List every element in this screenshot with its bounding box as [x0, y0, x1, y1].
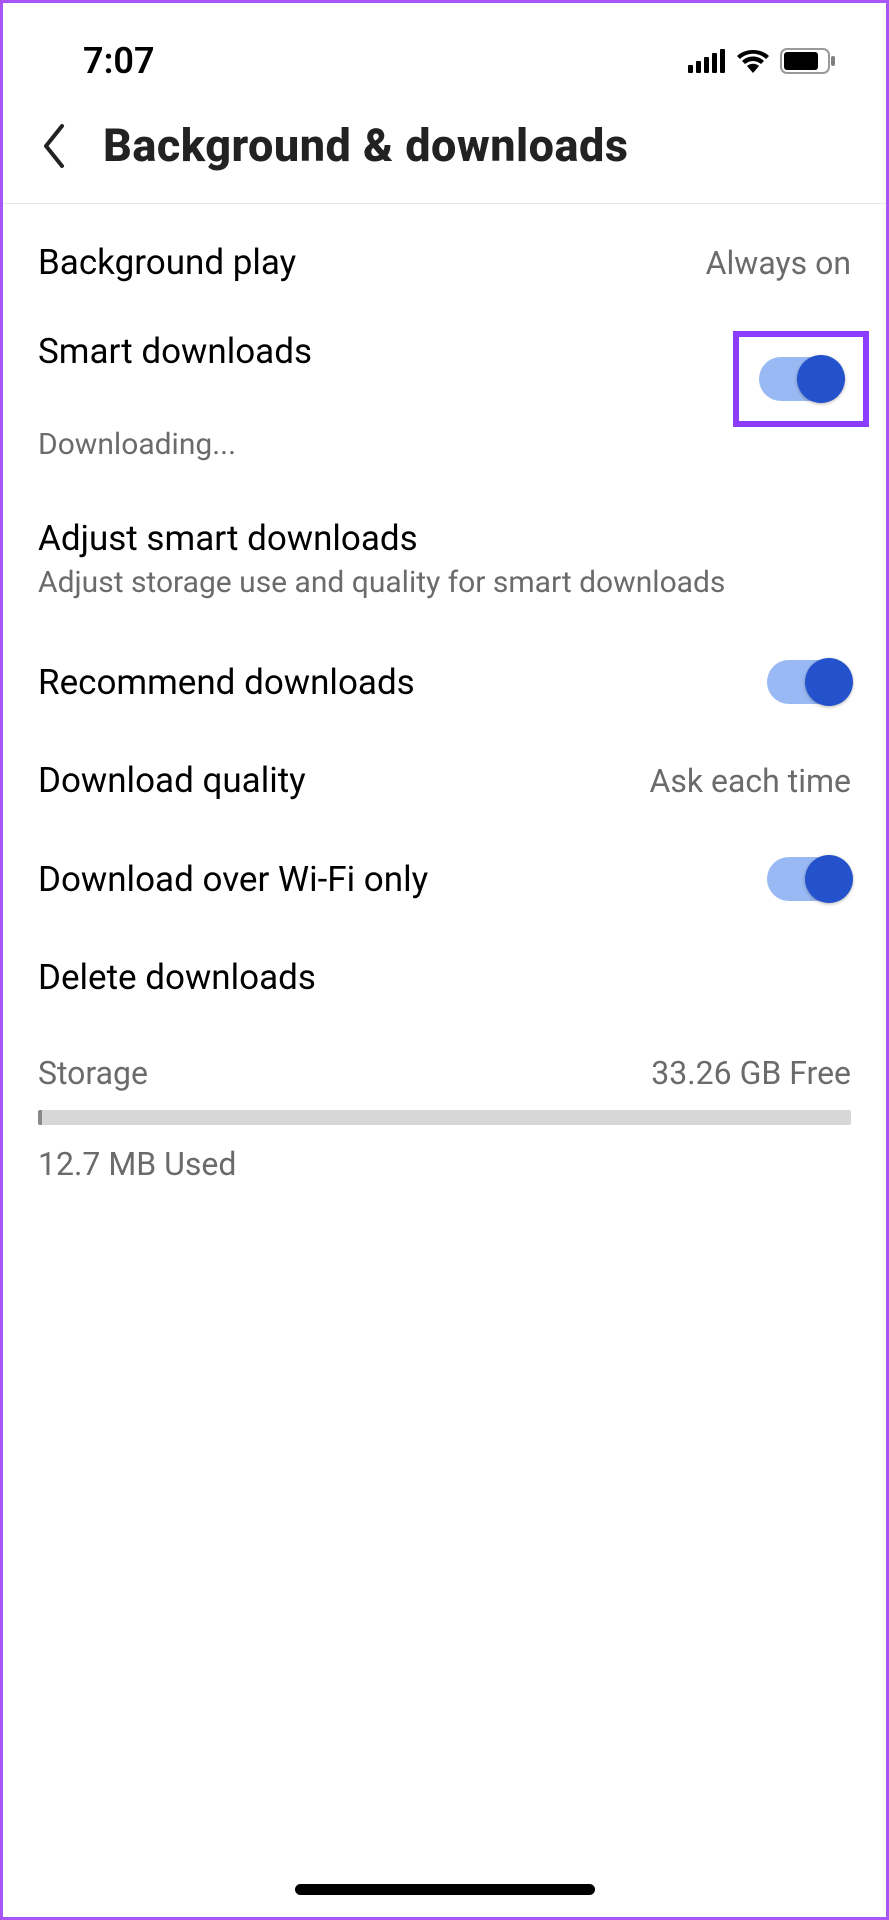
setting-label: Background play	[38, 242, 296, 283]
settings-list: Background play Always on Smart download…	[3, 204, 886, 1203]
storage-header: Storage 33.26 GB Free	[38, 1054, 851, 1092]
setting-label: Download over Wi-Fi only	[38, 859, 428, 900]
battery-icon	[780, 48, 836, 74]
device-frame: 7:07	[0, 0, 889, 1920]
toggle-knob	[805, 658, 853, 706]
smart-downloads-row[interactable]: Smart downloads	[3, 311, 886, 427]
page-title: Background & downloads	[103, 119, 628, 172]
storage-label: Storage	[38, 1054, 148, 1092]
download-wifi-only-row[interactable]: Download over Wi-Fi only	[3, 829, 886, 929]
setting-label: Delete downloads	[38, 957, 316, 998]
setting-label: Download quality	[38, 760, 306, 801]
storage-used: 12.7 MB Used	[38, 1145, 851, 1183]
setting-label: Adjust smart downloads	[38, 518, 418, 559]
status-time: 7:07	[83, 40, 155, 82]
setting-label: Recommend downloads	[38, 662, 415, 703]
highlight-annotation	[733, 331, 869, 427]
setting-sublabel: Adjust storage use and quality for smart…	[3, 559, 886, 624]
setting-value: Always on	[706, 244, 851, 282]
back-button[interactable]	[33, 118, 73, 173]
storage-free: 33.26 GB Free	[651, 1054, 851, 1092]
wifi-icon	[736, 49, 770, 73]
recommend-downloads-toggle[interactable]	[767, 660, 851, 704]
toggle-knob	[797, 355, 845, 403]
setting-sublabel: Downloading...	[3, 427, 886, 486]
status-bar: 7:07	[3, 3, 886, 98]
wifi-only-toggle[interactable]	[767, 857, 851, 901]
toggle-knob	[805, 855, 853, 903]
storage-bar	[38, 1110, 851, 1125]
status-icons	[688, 48, 836, 74]
recommend-downloads-row[interactable]: Recommend downloads	[3, 624, 886, 732]
adjust-smart-downloads-row[interactable]: Adjust smart downloads	[3, 486, 886, 559]
background-play-row[interactable]: Background play Always on	[3, 214, 886, 311]
storage-section: Storage 33.26 GB Free 12.7 MB Used	[3, 1026, 886, 1193]
delete-downloads-row[interactable]: Delete downloads	[3, 929, 886, 1026]
setting-value: Ask each time	[649, 762, 851, 800]
page-header: Background & downloads	[3, 98, 886, 204]
chevron-left-icon	[40, 122, 66, 170]
cellular-signal-icon	[688, 49, 726, 73]
home-indicator[interactable]	[295, 1884, 595, 1895]
download-quality-row[interactable]: Download quality Ask each time	[3, 732, 886, 829]
setting-label: Smart downloads	[38, 331, 733, 372]
storage-fill	[38, 1110, 42, 1125]
smart-downloads-toggle[interactable]	[759, 357, 843, 401]
